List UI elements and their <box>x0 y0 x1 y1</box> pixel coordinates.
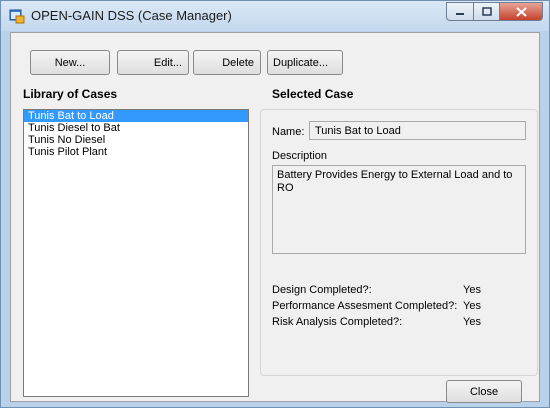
maximize-icon <box>481 7 492 16</box>
minimize-icon <box>456 12 464 15</box>
client-area: New... Edit... Delete Duplicate... Libra… <box>10 32 540 403</box>
risk-completed-label: Risk Analysis Completed?: <box>272 316 403 328</box>
performance-completed-label: Performance Assesment Completed?: <box>272 300 458 312</box>
close-button[interactable]: Close <box>446 380 522 403</box>
window-controls <box>446 2 543 21</box>
case-manager-window: OPEN-GAIN DSS (Case Manager) New... Edit… <box>0 0 550 408</box>
description-label: Description <box>272 150 328 162</box>
list-item[interactable]: Tunis Bat to Load <box>24 110 248 122</box>
minimize-button[interactable] <box>446 2 473 21</box>
window-title: OPEN-GAIN DSS (Case Manager) <box>31 8 232 23</box>
design-completed-label: Design Completed?: <box>272 284 372 296</box>
name-field[interactable]: Tunis Bat to Load <box>309 121 526 140</box>
new-button[interactable]: New... <box>30 50 110 75</box>
close-window-button[interactable] <box>499 2 543 21</box>
design-completed-value: Yes <box>463 284 481 296</box>
list-item[interactable]: Tunis Diesel to Bat <box>24 122 248 134</box>
description-field[interactable]: Battery Provides Energy to External Load… <box>272 165 526 254</box>
library-heading: Library of Cases <box>23 87 118 101</box>
list-item[interactable]: Tunis No Diesel <box>24 134 248 146</box>
performance-completed-value: Yes <box>463 300 481 312</box>
duplicate-button[interactable]: Duplicate... <box>267 50 343 75</box>
selected-case-panel: Name: Tunis Bat to Load Description Batt… <box>260 109 538 376</box>
close-icon <box>515 6 527 17</box>
app-window-icon <box>9 9 25 24</box>
title-bar[interactable]: OPEN-GAIN DSS (Case Manager) <box>1 1 549 31</box>
list-item[interactable]: Tunis Pilot Plant <box>24 146 248 158</box>
description-value: Battery Provides Energy to External Load… <box>277 169 513 194</box>
selected-case-heading: Selected Case <box>272 87 354 101</box>
case-library-list[interactable]: Tunis Bat to Load Tunis Diesel to Bat Tu… <box>23 109 249 397</box>
name-value: Tunis Bat to Load <box>315 125 401 137</box>
risk-completed-value: Yes <box>463 316 481 328</box>
delete-button[interactable]: Delete <box>193 50 261 75</box>
name-label: Name: <box>272 126 305 138</box>
edit-button[interactable]: Edit... <box>117 50 189 75</box>
maximize-button[interactable] <box>473 2 499 21</box>
